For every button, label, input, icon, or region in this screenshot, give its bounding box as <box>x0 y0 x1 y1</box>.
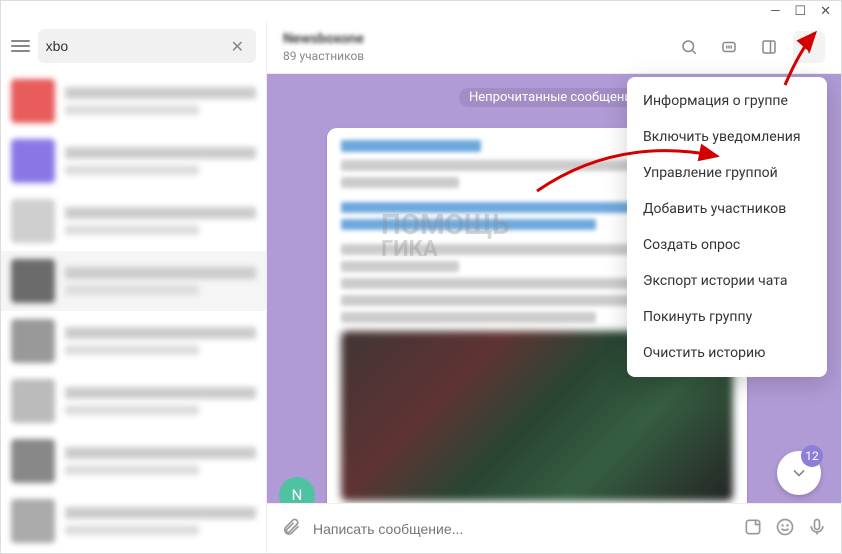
chat-list-item[interactable] <box>1 191 266 251</box>
search-field[interactable]: ✕ <box>38 29 256 63</box>
chat-avatar <box>11 499 55 543</box>
scroll-to-bottom-button[interactable]: 12 <box>777 451 821 495</box>
sidebar-header: ✕ <box>1 21 266 71</box>
chat-header: Newsboxone 89 участников <box>267 21 841 74</box>
message-link <box>341 140 481 152</box>
voice-chat-icon[interactable] <box>713 31 745 63</box>
close-icon[interactable]: ✕ <box>820 4 831 19</box>
chat-list-item[interactable] <box>1 371 266 431</box>
unread-count-badge: 12 <box>801 445 823 467</box>
menu-item[interactable]: Очистить историю <box>627 335 827 371</box>
sticker-icon[interactable] <box>743 517 763 541</box>
chat-title-block[interactable]: Newsboxone 89 участников <box>283 31 665 63</box>
chat-list-item[interactable] <box>1 431 266 491</box>
window-controls: — ☐ ✕ <box>1 1 841 21</box>
chat-list-item[interactable] <box>1 71 266 131</box>
menu-item[interactable]: Включить уведомления <box>627 119 827 155</box>
chat-avatar <box>11 79 55 123</box>
chat-avatar <box>11 199 55 243</box>
emoji-icon[interactable] <box>775 517 795 541</box>
chat-list-item[interactable] <box>1 491 266 551</box>
chat-list[interactable] <box>1 71 266 553</box>
side-panel-icon[interactable] <box>753 31 785 63</box>
chat-panel: Newsboxone 89 участников Непрочитанные с… <box>267 21 841 553</box>
search-input[interactable] <box>46 38 227 54</box>
message-composer <box>267 503 841 553</box>
app-window: — ☐ ✕ ✕ Newsboxone 89 участников <box>0 0 842 554</box>
clear-search-icon[interactable]: ✕ <box>227 37 248 56</box>
chat-avatar <box>11 139 55 183</box>
chat-avatar <box>11 439 55 483</box>
chat-avatar <box>11 379 55 423</box>
menu-item[interactable]: Информация о группе <box>627 83 827 119</box>
menu-item[interactable]: Покинуть группу <box>627 299 827 335</box>
chat-subtitle: 89 участников <box>283 49 665 63</box>
hamburger-icon[interactable] <box>11 35 30 57</box>
mic-icon[interactable] <box>807 517 827 541</box>
more-options-icon[interactable] <box>793 31 825 63</box>
more-options-menu: Информация о группеВключить уведомленияУ… <box>627 77 827 377</box>
sidebar: ✕ <box>1 21 267 553</box>
menu-item[interactable]: Создать опрос <box>627 227 827 263</box>
attach-icon[interactable] <box>281 517 301 541</box>
menu-item[interactable]: Добавить участников <box>627 191 827 227</box>
chat-name: Newsboxone <box>283 31 665 47</box>
unread-divider: Непрочитанные сообщения <box>459 88 649 107</box>
menu-item[interactable]: Управление группой <box>627 155 827 191</box>
chat-list-item[interactable] <box>1 251 266 311</box>
chat-list-item[interactable] <box>1 131 266 191</box>
maximize-icon[interactable]: ☐ <box>794 4 806 19</box>
chat-list-item[interactable] <box>1 311 266 371</box>
minimize-icon[interactable]: — <box>770 4 780 19</box>
message-input[interactable] <box>313 521 731 537</box>
search-chat-icon[interactable] <box>673 31 705 63</box>
chat-avatar <box>11 319 55 363</box>
menu-item[interactable]: Экспорт истории чата <box>627 263 827 299</box>
chat-avatar <box>11 259 55 303</box>
main-area: ✕ Newsboxone 89 участников <box>1 21 841 553</box>
